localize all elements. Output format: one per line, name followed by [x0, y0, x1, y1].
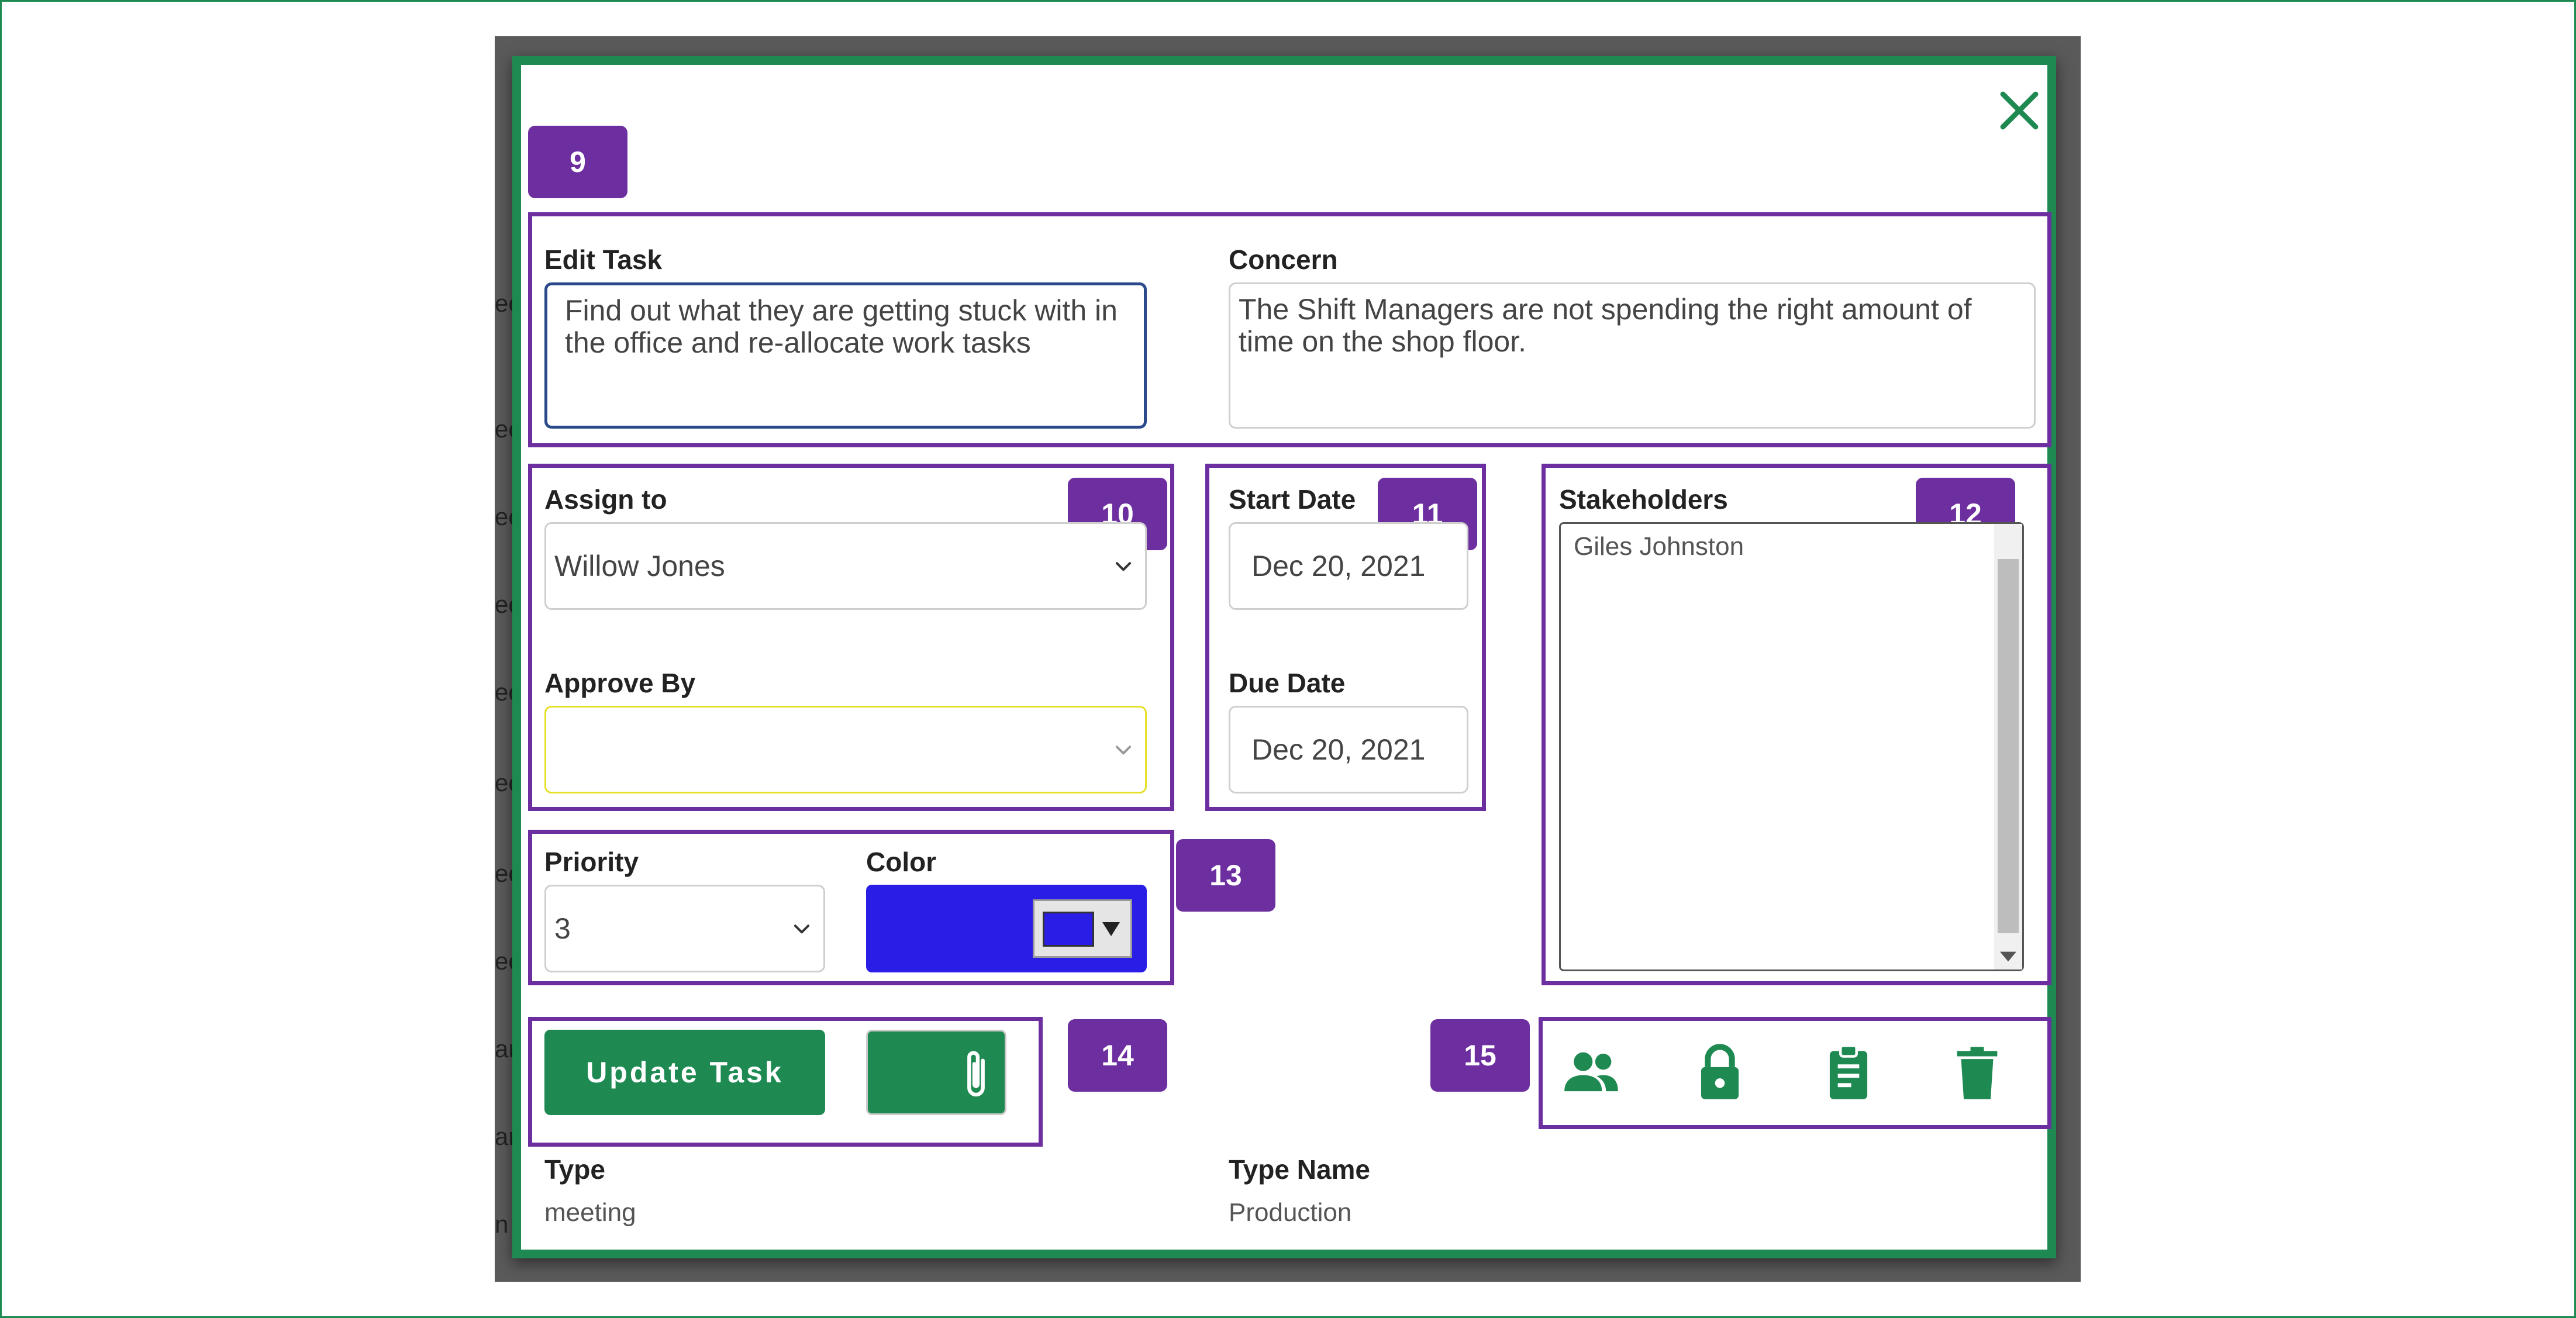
edit-task-modal: 9 Edit Task Find out what they are getti…	[512, 56, 2056, 1258]
color-picker[interactable]	[866, 885, 1147, 972]
start-date-input[interactable]: Dec 20, 2021	[1229, 522, 1468, 610]
callout-badge: 13	[1176, 839, 1275, 912]
stakeholders-label: Stakeholders	[1559, 484, 1728, 515]
due-date-value: Dec 20, 2021	[1251, 733, 1426, 766]
attach-file-button[interactable]	[866, 1030, 1006, 1115]
callout-badge: 15	[1430, 1019, 1530, 1092]
stakeholders-listbox[interactable]: Giles Johnston	[1559, 522, 2024, 971]
priority-label: Priority	[544, 847, 639, 877]
stakeholder-item[interactable]: Giles Johnston	[1574, 532, 1744, 561]
approve-by-select[interactable]	[544, 706, 1147, 793]
stakeholders-scrollbar[interactable]	[1994, 524, 2022, 969]
concern-label: Concern	[1229, 244, 1338, 275]
color-dropdown-arrow-icon	[1102, 922, 1120, 936]
callout-badge: 9	[528, 126, 627, 198]
start-date-label: Start Date	[1229, 484, 1356, 515]
scrollbar-thumb[interactable]	[1998, 559, 2019, 933]
people-icon[interactable]	[1559, 1040, 1623, 1105]
concern-text: The Shift Managers are not spending the …	[1239, 293, 1972, 358]
type-value: meeting	[544, 1198, 636, 1227]
start-date-value: Dec 20, 2021	[1251, 550, 1426, 582]
clipboard-icon[interactable]	[1816, 1040, 1881, 1105]
color-label: Color	[866, 847, 937, 877]
type-name-value: Production	[1229, 1198, 1352, 1227]
scroll-down-arrow-icon[interactable]	[2000, 951, 2016, 962]
concern-textarea[interactable]: The Shift Managers are not spending the …	[1229, 282, 2036, 429]
priority-select[interactable]: 3	[544, 885, 825, 972]
chevron-down-icon	[1115, 746, 1132, 755]
assign-to-label: Assign to	[544, 484, 667, 515]
type-label: Type	[544, 1154, 605, 1185]
paperclip-icon	[967, 1051, 985, 1097]
due-date-input[interactable]: Dec 20, 2021	[1229, 706, 1468, 793]
edit-task-textarea[interactable]: Find out what they are getting stuck wit…	[544, 282, 1147, 429]
background-text: n	[495, 1210, 509, 1238]
callout-badge: 14	[1068, 1019, 1167, 1092]
trash-icon[interactable]	[1945, 1040, 2009, 1105]
lock-icon[interactable]	[1688, 1040, 1752, 1105]
type-name-label: Type Name	[1229, 1154, 1371, 1185]
color-swatch	[1043, 912, 1094, 947]
assign-to-select[interactable]: Willow Jones	[544, 522, 1147, 610]
priority-value: 3	[554, 912, 571, 945]
chevron-down-icon	[1115, 562, 1132, 571]
approve-by-label: Approve By	[544, 668, 696, 698]
due-date-label: Due Date	[1229, 668, 1346, 698]
edit-task-label: Edit Task	[544, 244, 663, 275]
chevron-down-icon	[794, 924, 810, 934]
close-icon[interactable]	[1991, 82, 2047, 139]
assign-to-value: Willow Jones	[554, 550, 725, 582]
color-swatch-button[interactable]	[1033, 899, 1132, 958]
edit-task-text: Find out what they are getting stuck wit…	[565, 294, 1118, 359]
update-task-button[interactable]: Update Task	[544, 1030, 825, 1115]
